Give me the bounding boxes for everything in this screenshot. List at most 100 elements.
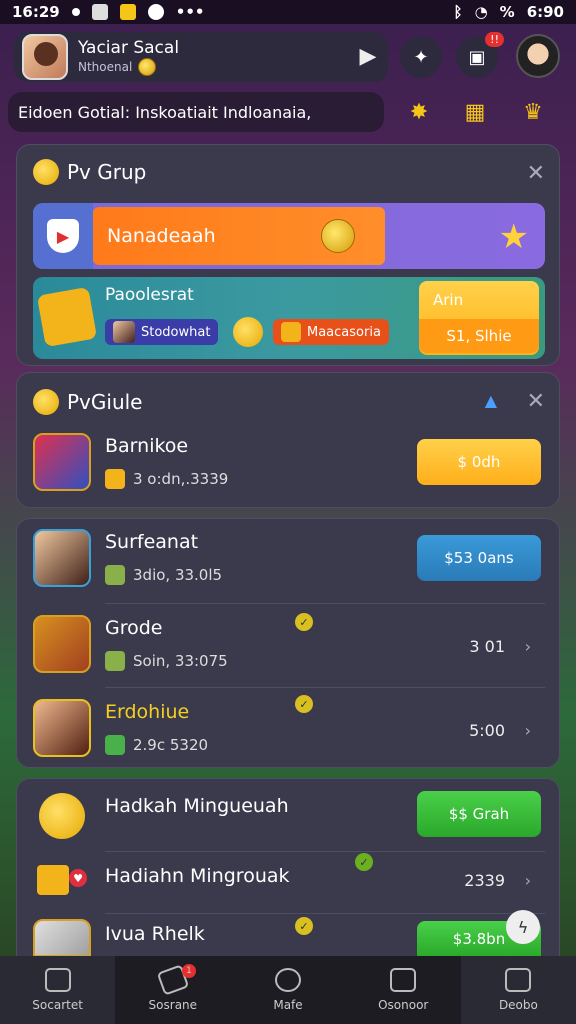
star-icon: ★ xyxy=(498,217,529,257)
item-subtitle: 2.9c 5320 xyxy=(133,736,209,754)
item-subtitle-row: Soin, 33:075 xyxy=(105,651,228,671)
item-subtitle-row: 2.9c 5320 xyxy=(105,735,208,755)
chevron-right-icon[interactable]: › xyxy=(525,721,531,740)
status-bar: 16:29 ••• ᛒ ◔ % 6:90 xyxy=(0,0,576,24)
promo-title: Paoolesrat xyxy=(105,285,194,305)
chest-icon: ▣ xyxy=(468,46,486,68)
nav-label: Osonoor xyxy=(378,998,429,1012)
profile-bar[interactable]: Yaciar Sacal Nthoenal ▶ xyxy=(14,32,388,82)
profile-avatar[interactable] xyxy=(22,34,68,80)
item-title: Erdohiue xyxy=(105,701,190,723)
claim-button[interactable]: $$ Grah xyxy=(417,791,541,837)
basket-icon xyxy=(105,651,125,671)
list-item[interactable]: Erdohiue ✓ 2.9c 5320 5:00 › xyxy=(33,689,545,769)
nav-item-timer[interactable]: Mafe xyxy=(230,956,345,1024)
claim-button[interactable]: $ 0dh xyxy=(417,439,541,485)
item-value: 3 01 xyxy=(469,637,505,656)
cash-icon xyxy=(105,735,125,755)
divider xyxy=(105,603,545,604)
check-badge-icon: ✓ xyxy=(295,695,313,713)
user-avatar[interactable] xyxy=(516,34,560,78)
list-item[interactable]: Surfeanat 3dio, 33.0l5 $53 0ans xyxy=(33,519,545,599)
gift-icon xyxy=(105,469,125,489)
group-panel-title: Pv Grup xyxy=(67,160,147,184)
group-panel-header: Pv Grup xyxy=(33,159,146,185)
nav-label: Deobo xyxy=(498,998,538,1012)
smiley-icon xyxy=(33,389,59,415)
reward-panel: Hadkah Mingueuah $$ Grah ♥ Hadiahn Mingr… xyxy=(16,778,560,958)
wifi-icon: ◔ xyxy=(474,3,488,21)
gift-button[interactable]: ✦ xyxy=(400,36,442,78)
smiley-icon xyxy=(233,317,263,347)
promo-chip-blue-label: Stodowhat xyxy=(141,324,211,340)
app-notification-icon xyxy=(147,4,164,20)
hero-label: Nanadeaah xyxy=(107,225,216,247)
group-panel: Pv Grup ✕ ▶ Nanadeaah ★ Paoolesrat Stodo… xyxy=(16,144,560,366)
profile-name: Yaciar Sacal xyxy=(78,38,180,58)
chevron-right-icon[interactable]: › xyxy=(525,871,531,890)
gallery-icon xyxy=(91,4,108,20)
guide-panel-title: PvGiule xyxy=(67,390,143,414)
close-icon[interactable]: ✕ xyxy=(527,389,545,414)
nav-badge: 1 xyxy=(182,964,197,978)
battery-percent: % xyxy=(499,3,515,21)
user-thumbnail xyxy=(33,699,91,757)
close-icon[interactable]: ✕ xyxy=(527,161,545,186)
announcement-ticker[interactable]: Eidoen Gotial: Inskoatiait Indloanaia, xyxy=(8,92,384,132)
promo-claim-button[interactable]: Arin S1, Slhie xyxy=(419,281,539,355)
nav-label: Socartet xyxy=(32,998,83,1012)
bottom-navigation: Socartet 1 Sosrane Mafe Osonoor Deobo xyxy=(0,956,576,1024)
nav-item-share[interactable]: Deobo xyxy=(460,956,576,1024)
check-badge-icon: ✓ xyxy=(355,853,373,871)
nav-item-tasks[interactable]: 1 Sosrane xyxy=(115,956,230,1024)
check-badge-icon: ✓ xyxy=(295,917,313,935)
item-title: Ivua Rhelk xyxy=(105,923,205,945)
item-subtitle: 3dio, 33.0l5 xyxy=(133,566,223,584)
share-icon xyxy=(505,968,532,992)
chest-button[interactable]: ▣ !! xyxy=(456,32,504,78)
list-item[interactable]: Grode ✓ Soin, 33:075 3 01 › xyxy=(33,605,545,685)
nav-item-home[interactable]: Socartet xyxy=(0,956,116,1024)
check-badge-icon: ✓ xyxy=(295,613,313,631)
treasure-icon[interactable]: ▦ xyxy=(460,98,490,126)
status-time-right: 6:90 xyxy=(526,3,564,21)
item-subtitle: Soin, 33:075 xyxy=(133,652,228,670)
list-item[interactable]: Barnikoe 3 o:dn,.3339 $ 0dh xyxy=(33,423,545,503)
item-title: Hadkah Mingueuah xyxy=(105,795,289,817)
crown-icon[interactable]: ♛ xyxy=(518,98,548,126)
promo-chip-orange[interactable]: Maacasoria xyxy=(273,319,389,345)
trophy-icon xyxy=(281,322,301,342)
hero-label-bar: Nanadeaah xyxy=(93,207,385,265)
notification-badge: !! xyxy=(485,32,504,47)
profile-subtitle: Nthoenal xyxy=(78,60,133,74)
nav-item-stats[interactable]: Osonoor xyxy=(346,956,461,1024)
promo-chip-orange-label: Maacasoria xyxy=(307,324,381,340)
promo-chip-blue[interactable]: Stodowhat xyxy=(105,319,219,345)
status-time: 16:29 xyxy=(12,3,60,21)
mini-avatar xyxy=(113,321,135,343)
more-notifications-icon: ••• xyxy=(175,3,205,21)
play-icon[interactable]: ▶ xyxy=(356,45,380,69)
lightning-icon: ϟ xyxy=(517,917,529,937)
star-reward-icon[interactable]: ✸ xyxy=(404,98,434,126)
hero-banner[interactable]: ▶ Nanadeaah ★ xyxy=(33,203,545,269)
claim-button[interactable]: $53 0ans xyxy=(417,535,541,581)
sun-icon xyxy=(39,793,85,839)
timer-icon xyxy=(275,968,301,992)
guide-panel-header: PvGiule xyxy=(33,389,143,415)
promo-card[interactable]: Paoolesrat Stodowhat Maacasoria Arin S1,… xyxy=(33,277,545,359)
chevron-right-icon[interactable]: › xyxy=(525,637,531,656)
ticker-text: Eidoen Gotial: Inskoatiait Indloanaia, xyxy=(18,102,312,122)
chevron-up-icon[interactable]: ▲ xyxy=(485,391,497,410)
heart-icon: ♥ xyxy=(69,869,87,887)
basket-icon xyxy=(105,565,125,585)
list-item[interactable]: Ivua Rhelk ✓ $3.8bn xyxy=(33,905,545,957)
game-notification-icon xyxy=(119,4,136,20)
guide-panel: PvGiule ▲ ✕ Barnikoe 3 o:dn,.3339 $ 0dh xyxy=(16,372,560,508)
boost-fab[interactable]: ϟ xyxy=(506,910,540,944)
item-subtitle-row: 3dio, 33.0l5 xyxy=(105,565,222,585)
shield-icon: ▶ xyxy=(47,219,79,253)
game-thumbnail xyxy=(33,433,91,491)
hero-shield-area: ▶ xyxy=(33,203,93,269)
bluetooth-icon: ᛒ xyxy=(453,3,463,21)
